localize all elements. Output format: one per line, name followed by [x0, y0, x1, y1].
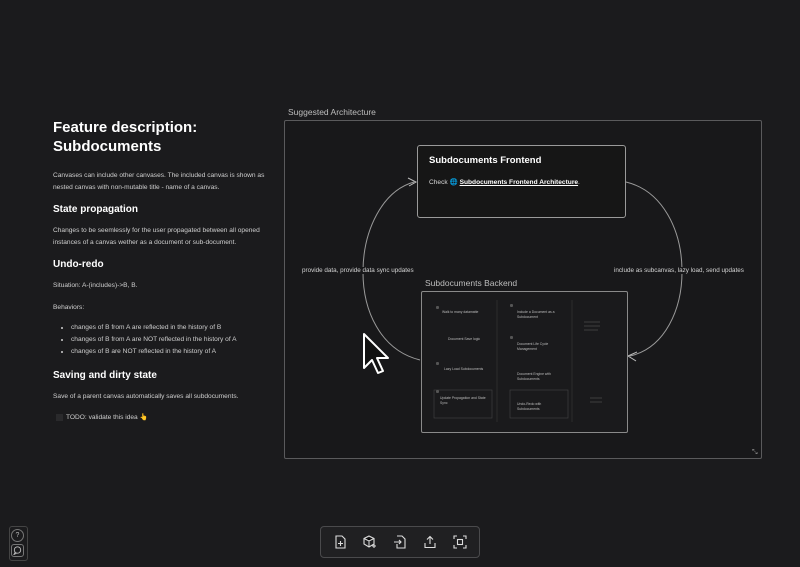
import-button[interactable] [390, 532, 410, 552]
frontend-node[interactable]: Subdocuments Frontend Check 🌐 Subdocumen… [417, 145, 626, 218]
backend-item: Document Save logic [448, 337, 481, 341]
add-component-button[interactable] [360, 532, 380, 552]
check-prefix: Check [429, 179, 450, 186]
backend-item: Document Engine with Subdocuments [517, 372, 551, 381]
import-icon [394, 535, 406, 549]
new-document-icon [335, 535, 346, 549]
add-component-icon [363, 535, 376, 548]
backend-node[interactable]: Walk to many datamatte Include a Documen… [421, 291, 628, 433]
frontend-check-text: Check 🌐 Subdocuments Frontend Architectu… [429, 178, 580, 186]
architecture-edges [362, 177, 683, 362]
backend-item: Lazy Load Subdocuments [444, 367, 484, 371]
node-dot [510, 304, 513, 307]
right-edge-label: include as subcanvas, lazy load, send up… [612, 267, 746, 274]
left-edge-label: provide data, provide data sync updates [300, 267, 416, 274]
fit-to-screen-icon [453, 535, 467, 549]
backend-label: Subdocuments Backend [425, 278, 518, 288]
share-icon [424, 535, 436, 549]
backend-item: Update Propagation and State Sync [440, 396, 486, 405]
help-button[interactable]: ? [11, 529, 24, 542]
check-suffix: . [578, 179, 580, 186]
node-dot [436, 362, 439, 365]
backend-item: Undo-Redo with Subdocuments [517, 402, 542, 411]
chat-button[interactable] [11, 544, 24, 557]
new-document-button[interactable] [330, 532, 350, 552]
backend-item: Walk to many datamatte [442, 310, 479, 314]
globe-icon: 🌐 [449, 179, 458, 186]
left-edge-arrow [407, 177, 418, 187]
mouse-cursor-icon [363, 333, 389, 374]
bottom-toolbar [320, 526, 480, 558]
node-dot [510, 336, 513, 339]
chat-icon [13, 546, 22, 555]
frontend-architecture-link[interactable]: Subdocuments Frontend Architecture [460, 179, 578, 186]
resize-handle-icon[interactable]: ⤡ [752, 449, 758, 457]
node-dot [436, 306, 439, 309]
backend-item: Document Life Cycle Management [517, 342, 549, 351]
node-dot [436, 390, 439, 393]
help-icon: ? [15, 532, 20, 539]
backend-item: Include a Document as a Subdocument [517, 310, 555, 319]
right-edge-arrow [626, 351, 638, 362]
fit-to-screen-button[interactable] [450, 532, 470, 552]
share-button[interactable] [420, 532, 440, 552]
frontend-title: Subdocuments Frontend [429, 155, 542, 166]
